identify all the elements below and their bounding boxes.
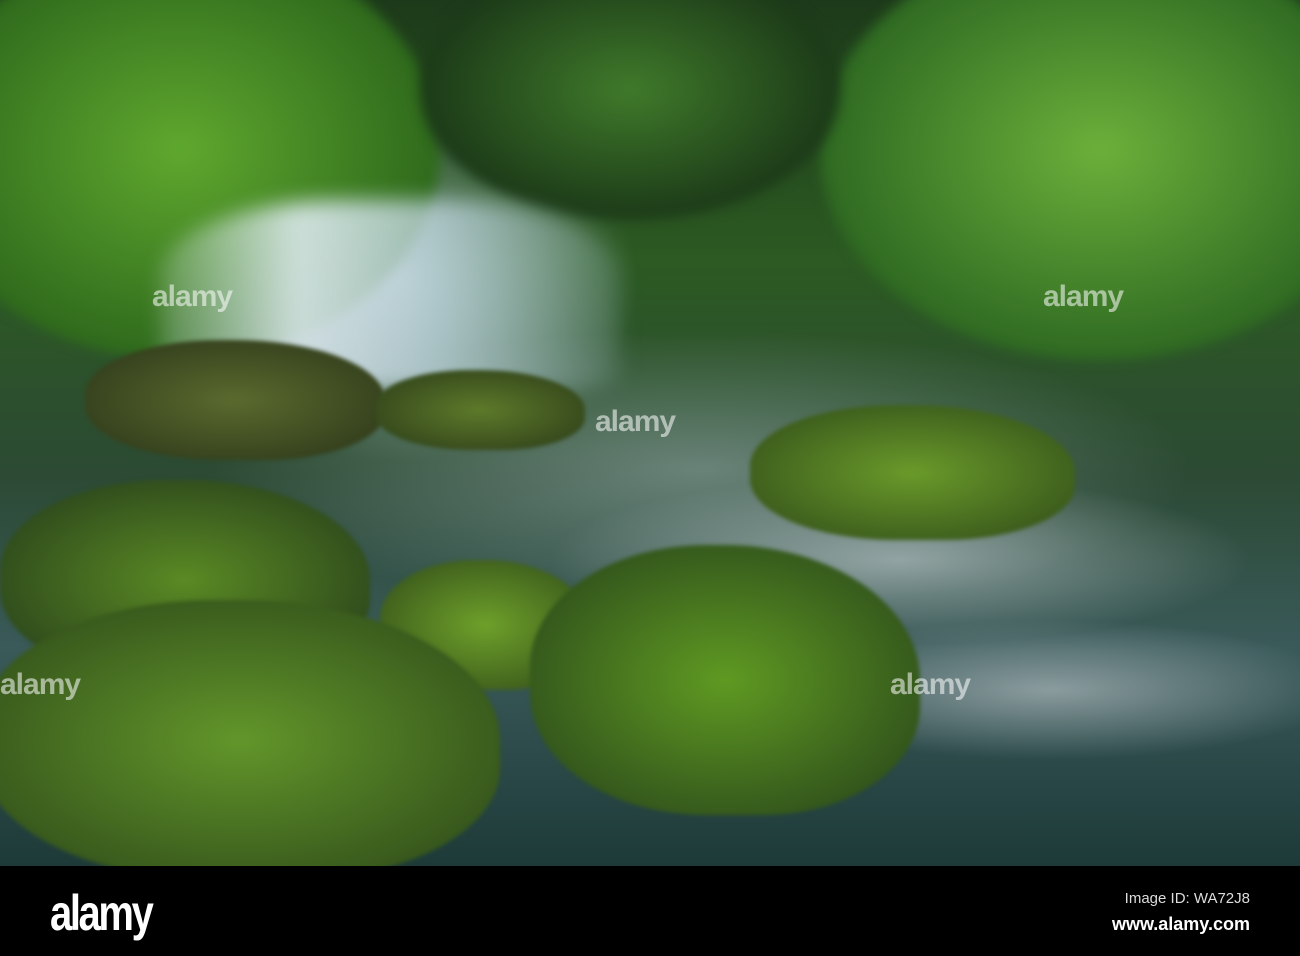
watermark: alamy xyxy=(595,405,676,438)
rock xyxy=(530,545,920,815)
waterfall-photo: alamy alamy alamy alamy alamy xyxy=(0,0,1300,866)
watermark: alamy xyxy=(0,668,81,701)
foliage-top xyxy=(420,0,840,220)
rock xyxy=(750,405,1075,540)
rock xyxy=(375,370,585,450)
watermark: alamy xyxy=(152,280,233,313)
watermark: alamy xyxy=(890,668,971,701)
alamy-logo: alamy xyxy=(50,885,154,941)
footer-bar: alamy Image ID: WA72J8 www.alamy.com xyxy=(0,866,1300,956)
image-id: Image ID: WA72J8 xyxy=(1124,890,1250,907)
watermark: alamy xyxy=(1043,280,1124,313)
rock xyxy=(85,340,385,460)
website-link: www.alamy.com xyxy=(1111,914,1250,934)
